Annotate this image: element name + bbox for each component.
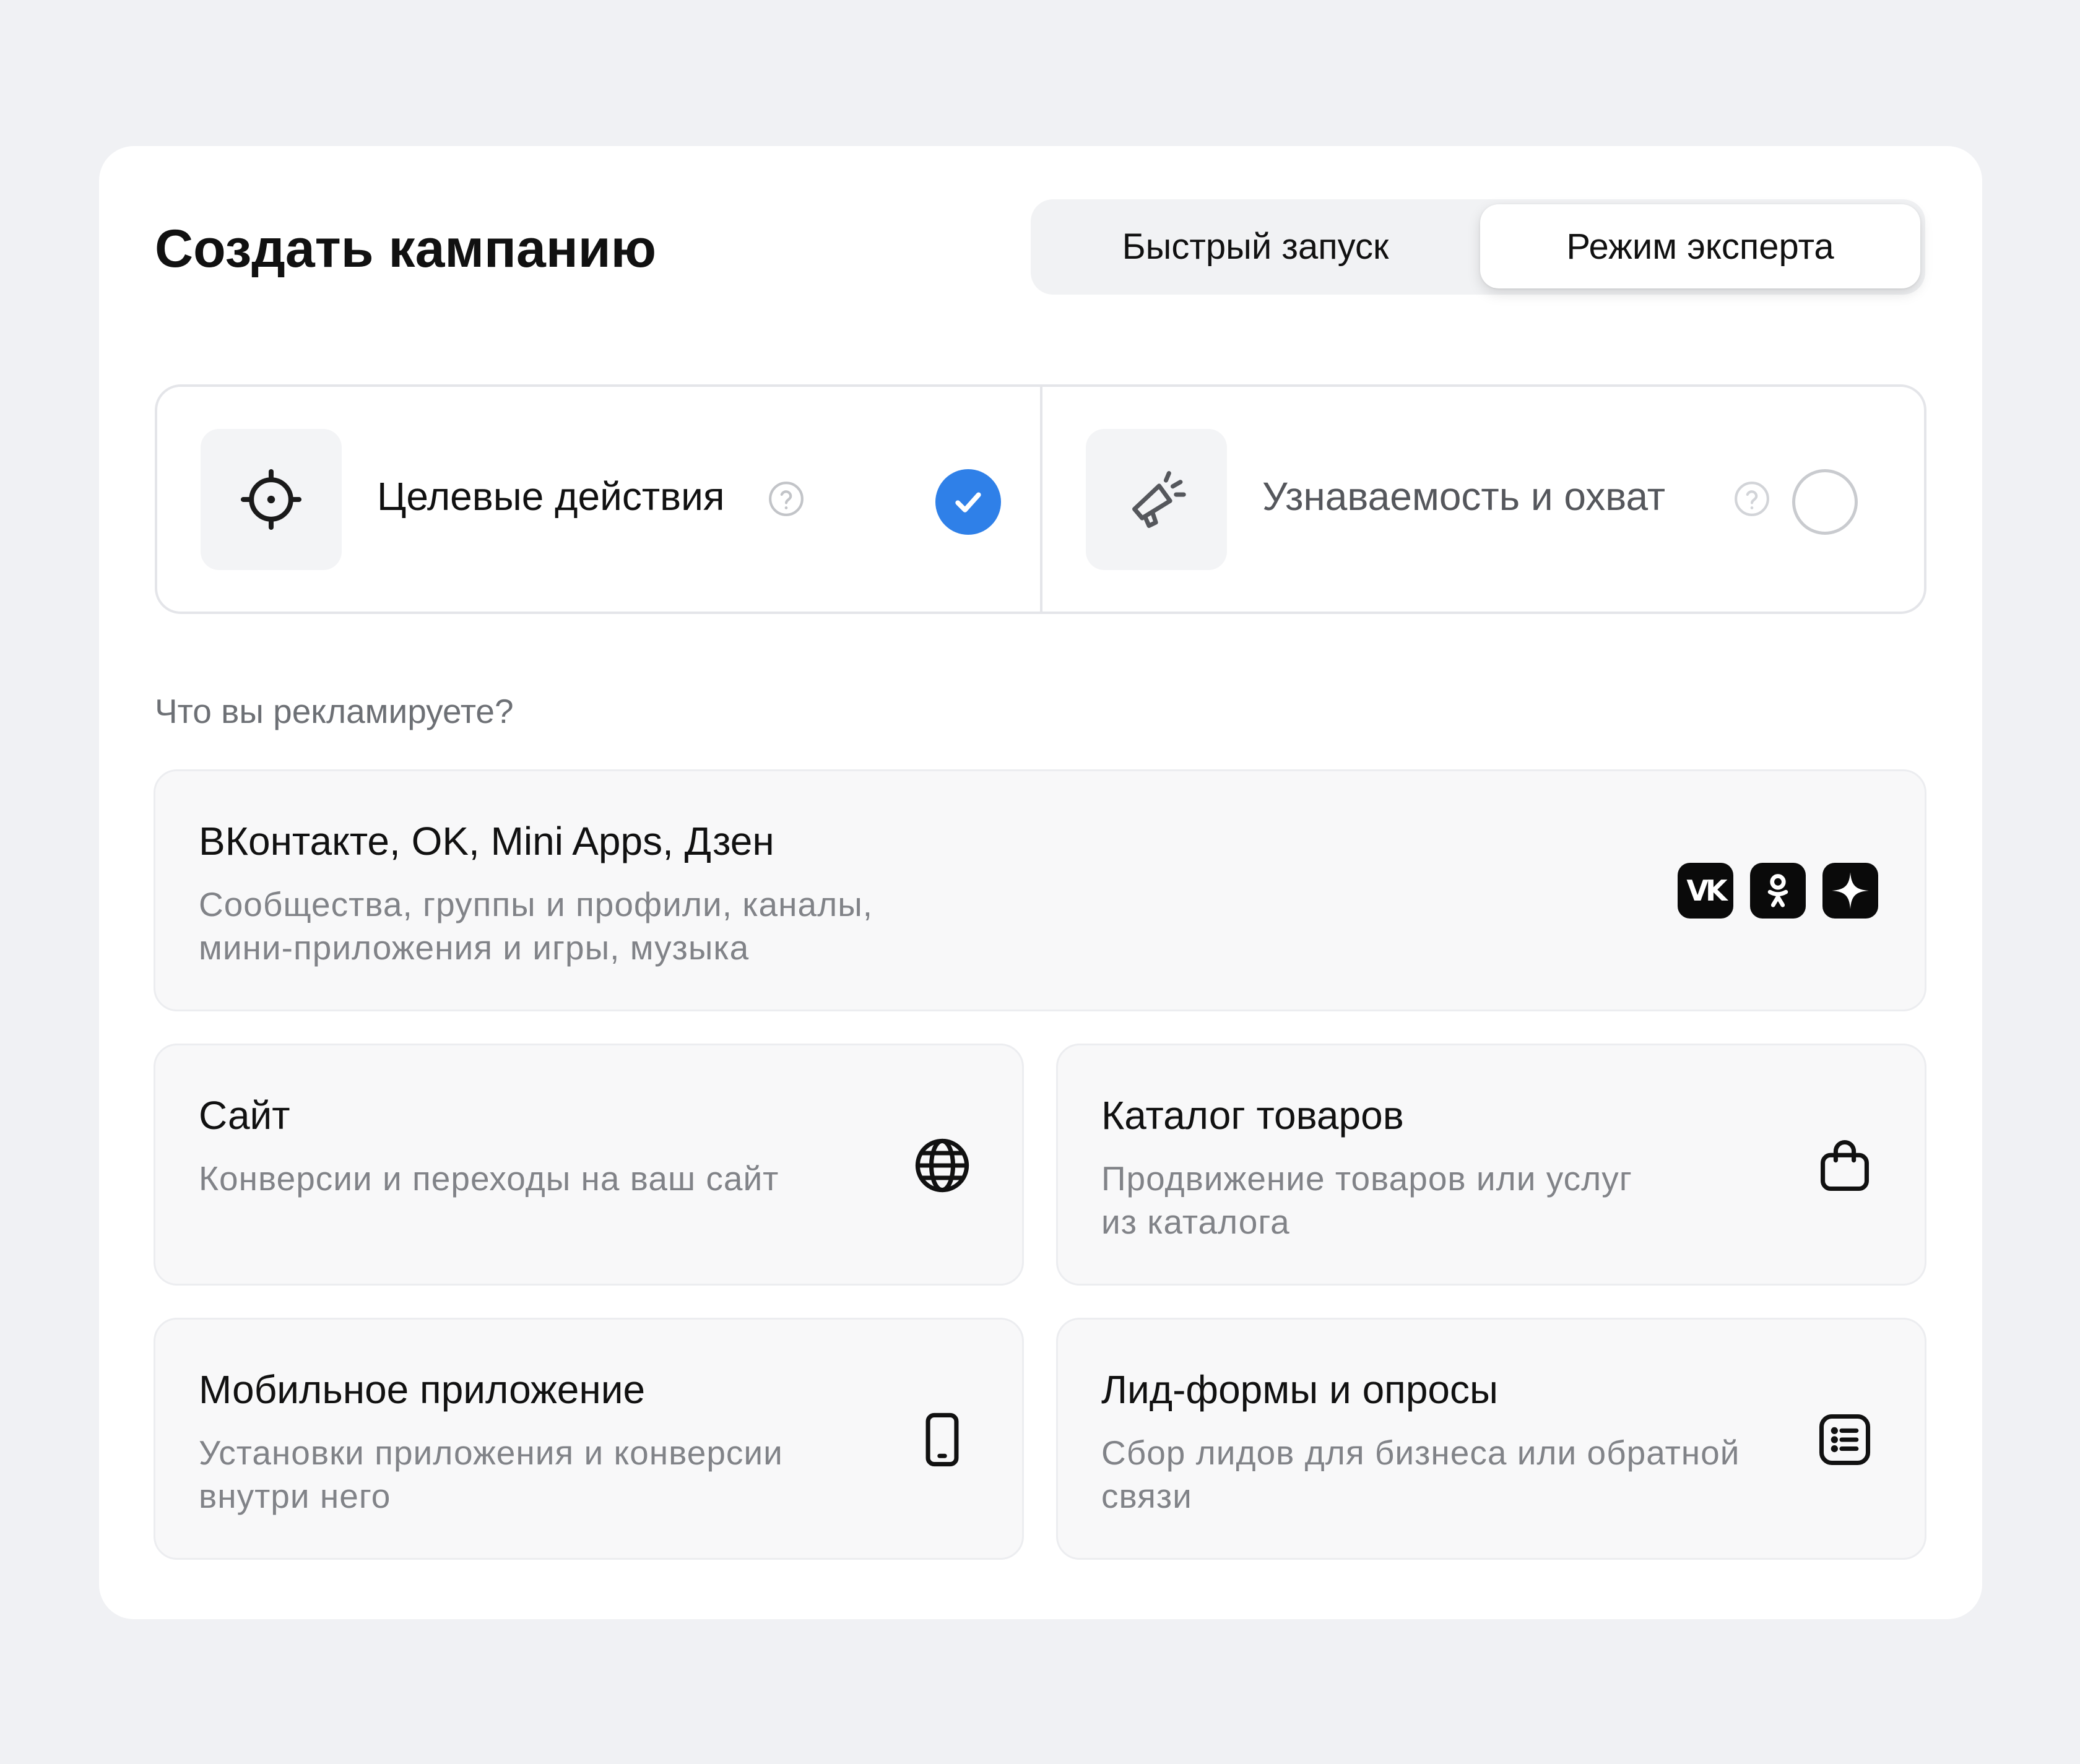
page-title: Создать кампанию: [155, 219, 657, 279]
globe-icon: [909, 1132, 976, 1199]
option-title: Каталог товаров: [1101, 1093, 1404, 1138]
goal-option-awareness-reach[interactable]: Узнаваемость и охват: [1042, 387, 1926, 612]
option-subtitle: Сообщества, группы и профили, каналы, ми…: [199, 885, 873, 967]
vk-icon: VK: [1678, 863, 1733, 919]
goal-option-target-actions[interactable]: Целевые действия: [157, 387, 1040, 612]
target-icon: [240, 469, 302, 530]
create-campaign-card: Создать кампанию Быстрый запуск Режим эк…: [99, 146, 1982, 1619]
option-site[interactable]: Сайт Конверсии и переходы на ваш сайт: [154, 1044, 1024, 1286]
option-catalog[interactable]: Каталог товаров Продвижение товаров или …: [1056, 1044, 1926, 1286]
form-list-icon: [1811, 1406, 1878, 1473]
selected-check-icon[interactable]: [935, 469, 1001, 535]
tab-quick-launch[interactable]: Быстрый запуск: [1036, 204, 1475, 288]
option-lead-forms[interactable]: Лид-формы и опросы Сбор лидов для бизнес…: [1056, 1318, 1926, 1560]
platform-icons: VK: [1678, 863, 1878, 919]
option-subtitle: Продвижение товаров или услуг из каталог…: [1101, 1159, 1632, 1241]
option-vk-ok-miniapps-dzen[interactable]: ВКонтакте, OK, Mini Apps, Дзен Сообществ…: [154, 769, 1926, 1011]
dzen-icon: [1822, 863, 1878, 919]
promote-question: Что вы рекламируете?: [155, 692, 514, 730]
option-title: Мобильное приложение: [199, 1367, 646, 1412]
option-title: Лид-формы и опросы: [1101, 1367, 1498, 1412]
option-mobile-app[interactable]: Мобильное приложение Установки приложени…: [154, 1318, 1024, 1560]
goal-icon-box: [1086, 429, 1227, 570]
option-title: ВКонтакте, OK, Mini Apps, Дзен: [199, 819, 774, 863]
unselected-radio[interactable]: [1792, 469, 1858, 535]
option-title: Сайт: [199, 1093, 290, 1138]
megaphone-icon: [1132, 471, 1186, 528]
option-subtitle: Сбор лидов для бизнеса или обратной связ…: [1101, 1433, 1740, 1515]
goal-icon-box: [201, 429, 342, 570]
help-icon[interactable]: [767, 480, 805, 518]
goal-label-target-actions: Целевые действия: [377, 474, 725, 519]
shopping-bag-icon: [1811, 1132, 1878, 1199]
mode-switch: Быстрый запуск Режим эксперта: [1031, 199, 1925, 295]
tab-expert-mode[interactable]: Режим эксперта: [1480, 204, 1920, 288]
option-subtitle: Конверсии и переходы на ваш сайт: [199, 1159, 779, 1198]
goal-label-awareness-reach: Узнаваемость и охват: [1262, 474, 1666, 519]
help-icon[interactable]: [1733, 480, 1771, 518]
campaign-goal-selector: Целевые действия Узнаваемость и охват: [155, 384, 1926, 614]
ok-icon: [1750, 863, 1806, 919]
smartphone-icon: [909, 1406, 976, 1473]
option-subtitle: Установки приложения и конверсии внутри …: [199, 1433, 783, 1515]
